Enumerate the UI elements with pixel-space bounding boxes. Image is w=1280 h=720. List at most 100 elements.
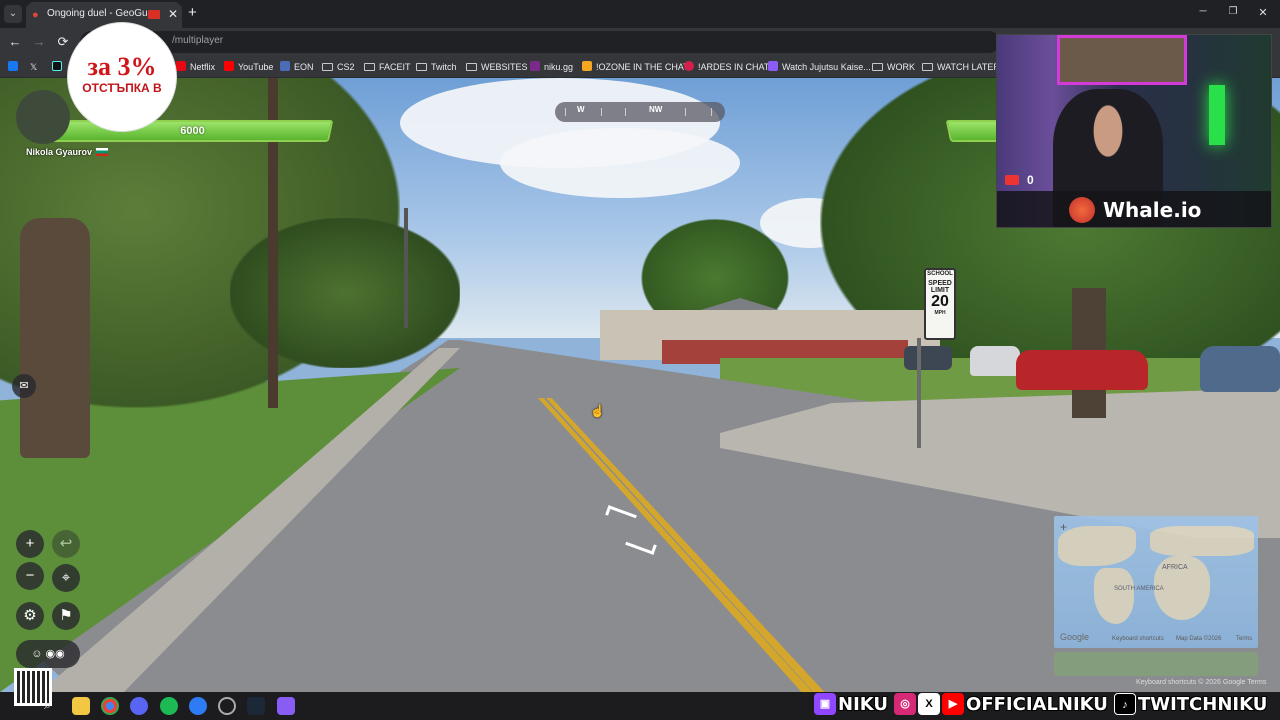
promo-subtitle: ОТСТЪПКА В bbox=[82, 81, 162, 95]
tiktok-icon[interactable] bbox=[52, 61, 62, 71]
tiktok-handle: TWITCHNIKU bbox=[1137, 693, 1268, 715]
zoom-out-button[interactable]: − bbox=[16, 562, 44, 590]
bookmark-ozone[interactable]: !OZONE IN THE CHAT bbox=[582, 61, 689, 73]
tab-title: Ongoing duel - GeoGuessr bbox=[47, 8, 147, 19]
folder-icon bbox=[322, 63, 333, 71]
landmass bbox=[1094, 568, 1134, 624]
return-to-start-icon[interactable]: ⌖ bbox=[52, 564, 80, 592]
landmass bbox=[1058, 526, 1136, 566]
chat-icon[interactable]: ✉ bbox=[12, 374, 36, 398]
reload-icon[interactable]: ⟳ bbox=[54, 33, 72, 51]
maximize-icon[interactable]: ❐ bbox=[1226, 6, 1240, 20]
undo-move-icon[interactable]: ↩ bbox=[52, 530, 80, 558]
app-icon[interactable] bbox=[218, 697, 236, 715]
bookmark-netflix[interactable]: Netflix bbox=[176, 61, 215, 73]
bookmark-eon[interactable]: EON bbox=[280, 61, 314, 73]
app-icon[interactable] bbox=[277, 697, 295, 715]
compass-tick bbox=[565, 108, 566, 116]
folder-icon bbox=[466, 63, 477, 71]
hand-cursor-icon: ☝ bbox=[590, 404, 605, 418]
chrome-icon[interactable] bbox=[101, 697, 119, 715]
folder-icon bbox=[364, 63, 375, 71]
bookmark-work[interactable]: WORK bbox=[872, 61, 915, 73]
promo-discount: за 3% bbox=[87, 52, 157, 81]
social-handles: ▣ NIKU ◎ X ▶ OFFICIALNIKU ♪ TWITCHNIKU bbox=[814, 693, 1273, 717]
bookmark-niku[interactable]: niku.gg bbox=[530, 61, 573, 73]
compass: W NW bbox=[555, 102, 725, 122]
tab-strip: ⌄ ● Ongoing duel - GeoGuessr ✕ + ─ ❐ ✕ bbox=[0, 0, 1280, 28]
sign-school-text: SCHOOL bbox=[927, 271, 953, 277]
map-zoom-icon[interactable]: + bbox=[1060, 520, 1067, 534]
niku-icon bbox=[530, 61, 540, 71]
bookmark-faceit[interactable]: FACEIT bbox=[364, 61, 411, 73]
folder-icon bbox=[922, 63, 933, 71]
search-icon[interactable]: ⌕ bbox=[44, 697, 62, 715]
sign-unit: MPH bbox=[934, 310, 946, 316]
youtube-icon bbox=[224, 61, 234, 71]
emote-button[interactable]: ☺ ◉◉ bbox=[16, 640, 80, 668]
netflix-icon bbox=[176, 61, 186, 71]
webcam-overlay: 0 Whale.io bbox=[996, 34, 1272, 228]
flag-icon[interactable]: ⚑ bbox=[52, 602, 80, 630]
close-tab-icon[interactable]: ✕ bbox=[166, 7, 180, 21]
guess-minimap[interactable]: + AFRICA SOUTH AMERICA Google Keyboard s… bbox=[1054, 516, 1258, 648]
social-handle: OFFICIALNIKU bbox=[966, 693, 1108, 715]
shelf bbox=[1057, 35, 1187, 85]
tree bbox=[230, 218, 460, 368]
landmass bbox=[1150, 526, 1254, 556]
crunchyroll-icon bbox=[768, 61, 778, 71]
guess-button[interactable] bbox=[1054, 652, 1258, 676]
tab-search-icon[interactable]: ⌄ bbox=[4, 5, 22, 23]
promo-badge: за 3% ОТСТЪПКА В bbox=[67, 22, 177, 132]
facebook-icon[interactable] bbox=[8, 61, 18, 71]
sponsor-name: Whale.io bbox=[1103, 198, 1202, 222]
window-close-icon[interactable]: ✕ bbox=[1256, 6, 1270, 20]
parked-car bbox=[1016, 350, 1148, 390]
map-label: AFRICA bbox=[1162, 564, 1188, 571]
steam-icon[interactable] bbox=[247, 697, 265, 715]
eon-icon bbox=[280, 61, 290, 71]
map-data-text: Map Data ©2026 bbox=[1176, 636, 1222, 642]
bookmark-ardes[interactable]: !ARDES IN CHAT bbox=[684, 61, 769, 73]
x-icon[interactable]: 𝕏 bbox=[30, 61, 37, 73]
compass-tick bbox=[625, 108, 626, 116]
instagram-icon: ◎ bbox=[894, 693, 917, 715]
bookmark-twitch[interactable]: Twitch bbox=[416, 61, 457, 73]
geoguessr-pin-icon: ● bbox=[32, 9, 39, 21]
sign-pole bbox=[917, 338, 921, 448]
utility-pole bbox=[404, 208, 408, 328]
tiktok-icon: ♪ bbox=[1113, 693, 1136, 715]
zoom-in-button[interactable]: + bbox=[16, 530, 44, 558]
youtube-icon: ▶ bbox=[942, 693, 965, 715]
url-text: /multiplayer bbox=[172, 35, 224, 46]
compass-tick bbox=[711, 108, 712, 116]
google-footer: Keyboard shortcuts © 2026 Google Terms bbox=[1136, 679, 1267, 686]
bookmark-cs2[interactable]: CS2 bbox=[322, 61, 355, 73]
map-label: SOUTH AMERICA bbox=[1114, 586, 1164, 592]
address-bar[interactable]: /multiplayer bbox=[80, 31, 1000, 53]
heart-rate-stat: 0 bbox=[1005, 173, 1034, 187]
back-icon[interactable]: ← bbox=[6, 33, 24, 51]
google-logo: Google bbox=[1060, 632, 1090, 642]
x-icon: X bbox=[918, 693, 941, 715]
new-tab-icon[interactable]: + bbox=[188, 5, 202, 21]
twitch-icon: ▣ bbox=[814, 693, 836, 715]
bulgaria-flag-icon bbox=[96, 148, 108, 156]
forward-icon[interactable]: → bbox=[30, 33, 48, 51]
sign-speed-text: SPEED LIMIT bbox=[928, 280, 952, 294]
bookmark-youtube[interactable]: YouTube bbox=[224, 61, 273, 73]
sign-speed-value: 20 bbox=[931, 293, 949, 310]
discord-icon[interactable] bbox=[130, 697, 148, 715]
terms-link[interactable]: Terms bbox=[1236, 636, 1252, 642]
bookmark-watch-later[interactable]: WATCH LATER bbox=[922, 61, 1000, 73]
bookmark-websites[interactable]: WEBSITES bbox=[466, 61, 528, 73]
compass-tick bbox=[601, 108, 602, 116]
settings-icon[interactable]: ⚙ bbox=[16, 602, 44, 630]
file-explorer-icon[interactable] bbox=[72, 697, 90, 715]
keyboard-shortcuts-link[interactable]: Keyboard shortcuts bbox=[1112, 636, 1164, 642]
app-icon[interactable] bbox=[189, 697, 207, 715]
minimize-icon[interactable]: ─ bbox=[1196, 6, 1210, 20]
spotify-icon[interactable] bbox=[160, 697, 178, 715]
ozone-icon bbox=[582, 61, 592, 71]
bookmark-jujutsu[interactable]: Watch Jujutsu Kaise... bbox=[768, 61, 871, 73]
